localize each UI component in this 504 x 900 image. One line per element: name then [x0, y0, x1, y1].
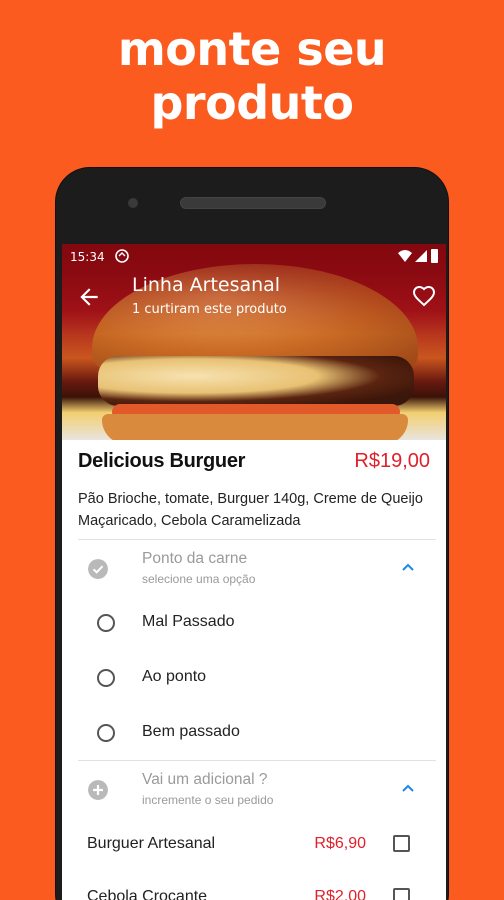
chevron-up-icon[interactable] [400, 783, 416, 793]
section-subtitle: incremente o seu pedido [142, 793, 274, 807]
back-arrow-icon[interactable] [76, 284, 102, 310]
page-title: Linha Artesanal [132, 274, 281, 296]
check-circle-icon [88, 559, 108, 579]
addon-price: R$2,00 [314, 888, 366, 900]
status-bar: 15:34 [62, 244, 446, 270]
front-camera [128, 198, 138, 208]
product-name: Delicious Burguer [78, 450, 246, 472]
section-subtitle: selecione uma opção [142, 572, 256, 586]
addon-price: R$6,90 [314, 835, 366, 852]
option-label: Bem passado [142, 723, 240, 740]
promo-line-1: monte seu [117, 22, 387, 76]
sync-icon [115, 249, 129, 263]
section-title: Vai um adicional ? [142, 771, 268, 788]
add-circle-icon [88, 780, 108, 800]
radio-button[interactable] [97, 614, 115, 632]
chevron-up-icon[interactable] [400, 562, 416, 572]
heart-icon[interactable] [412, 284, 436, 308]
option-label: Ao ponto [142, 668, 207, 685]
option-label: Mal Passado [142, 613, 235, 630]
product-description: Pão Brioche, tomate, Burguer 140g, Creme… [78, 491, 423, 529]
divider [78, 760, 436, 761]
addon-name: Cebola Crocante [87, 888, 208, 900]
likes-count: 1 curtiram este produto [132, 302, 287, 317]
app-screen: 15:34 Linha Artesanal 1 curtiram este pr… [62, 244, 446, 900]
addon-name: Burguer Artesanal [87, 835, 216, 852]
wifi-icon [398, 250, 412, 262]
battery-icon [431, 249, 438, 263]
status-time: 15:34 [70, 250, 105, 264]
addon-checkbox[interactable] [393, 888, 410, 900]
burger-filling [98, 356, 414, 406]
burger-bun-bottom [102, 414, 408, 440]
addon-checkbox[interactable] [393, 835, 410, 852]
section-title: Ponto da carne [142, 550, 248, 567]
earpiece-speaker [180, 197, 326, 209]
promo-line-2: produto [150, 76, 354, 130]
divider [78, 539, 436, 540]
radio-button[interactable] [97, 724, 115, 742]
promo-headline: monte seu produto [0, 22, 504, 130]
signal-icon [415, 250, 427, 262]
product-price: R$19,00 [354, 450, 430, 472]
radio-button[interactable] [97, 669, 115, 687]
